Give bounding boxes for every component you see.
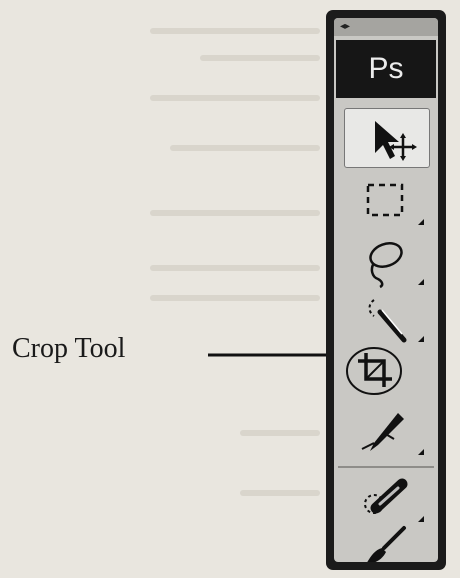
brush-icon bbox=[367, 526, 406, 562]
marquee-tool[interactable] bbox=[344, 173, 428, 231]
submenu-indicator-icon bbox=[418, 279, 424, 285]
quick-selection-icon bbox=[368, 299, 407, 343]
collapse-arrows-icon[interactable]: ◂▸ bbox=[340, 21, 350, 32]
crop-icon bbox=[346, 347, 402, 395]
panel-grip[interactable]: ◂▸ bbox=[334, 18, 438, 36]
lasso-icon bbox=[369, 242, 403, 289]
brush-tool[interactable] bbox=[344, 518, 428, 562]
quick-selection-tool[interactable] bbox=[344, 290, 428, 348]
move-icon bbox=[375, 121, 417, 161]
move-tool[interactable] bbox=[344, 108, 430, 168]
tools-panel: ◂▸ Ps bbox=[326, 10, 446, 570]
submenu-indicator-icon bbox=[418, 449, 424, 455]
submenu-indicator-icon bbox=[418, 219, 424, 225]
crop-tool[interactable] bbox=[344, 343, 428, 401]
rectangular-marquee-icon bbox=[366, 183, 404, 217]
tool-group-divider bbox=[338, 466, 434, 468]
eyedropper-tool[interactable] bbox=[344, 403, 428, 461]
photoshop-logo: Ps bbox=[336, 40, 436, 98]
tools-panel-body: ◂▸ Ps bbox=[334, 18, 438, 562]
submenu-indicator-icon bbox=[418, 336, 424, 342]
lasso-tool[interactable] bbox=[344, 233, 428, 291]
eyedropper-icon bbox=[361, 413, 404, 451]
